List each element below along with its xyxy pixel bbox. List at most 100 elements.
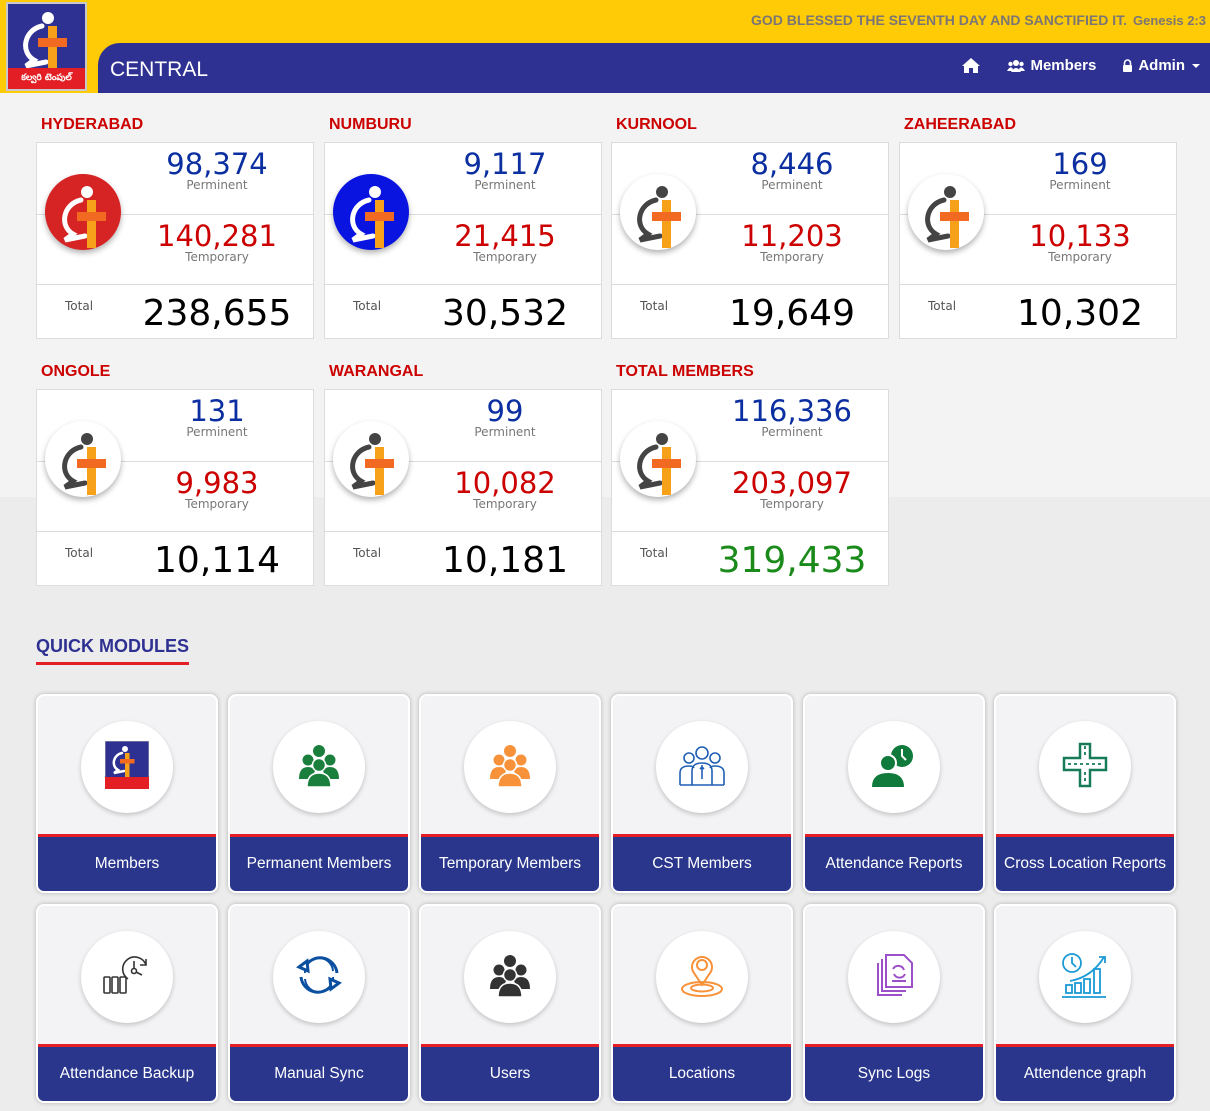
logo-text: కల్వరి టెంపుల్: [8, 68, 85, 89]
module-icon-circle: [1039, 931, 1131, 1023]
module-icon-circle: [464, 931, 556, 1023]
church-mark-icon: [908, 174, 984, 250]
group-icon: [488, 953, 532, 1001]
group-icon: [297, 743, 341, 791]
location-block: NUMBURU 9,117 Perminent 21,415 Temporary…: [324, 116, 602, 339]
members-link[interactable]: Members: [1007, 57, 1096, 74]
lock-icon: [1123, 59, 1133, 72]
quick-module-attendence-graph[interactable]: Attendence graph: [994, 904, 1176, 1103]
location-logo: [333, 421, 409, 497]
quick-module-cst-members[interactable]: CST Members: [611, 694, 793, 893]
admin-dropdown[interactable]: Admin: [1122, 57, 1200, 74]
total-count: 319,433: [717, 540, 867, 581]
module-icon-circle: [848, 721, 940, 813]
location-card[interactable]: 131 Perminent 9,983 Temporary Total 10,1…: [36, 389, 314, 586]
location-logo: [333, 174, 409, 250]
church-logo[interactable]: కల్వరి టెంపుల్: [6, 2, 87, 91]
total-count: 30,532: [442, 293, 568, 334]
bible-verse: GOD BLESSED THE SEVENTH DAY AND SANCTIFI…: [751, 12, 1206, 28]
permanent-count: 169: [1052, 147, 1108, 181]
home-link[interactable]: [961, 57, 981, 74]
quick-module-manual-sync[interactable]: Manual Sync: [228, 904, 410, 1103]
temporary-count: 140,281: [157, 219, 277, 253]
location-name: KURNOOL: [616, 116, 697, 133]
church-mark-icon: [620, 174, 696, 250]
location-name: ONGOLE: [41, 363, 111, 380]
church-mark-icon: [45, 174, 121, 250]
location-card[interactable]: 98,374 Perminent 140,281 Temporary Total…: [36, 142, 314, 339]
module-label: Permanent Members: [230, 834, 408, 891]
church-mark-icon: [333, 421, 409, 497]
module-label: Members: [38, 834, 216, 891]
team-outline-icon: [678, 743, 726, 791]
quick-module-sync-logs[interactable]: Sync Logs: [803, 904, 985, 1103]
quick-module-members[interactable]: Members: [36, 694, 218, 893]
location-name: TOTAL MEMBERS: [616, 363, 754, 380]
quick-module-locations[interactable]: Locations: [611, 904, 793, 1103]
location-logo: [620, 174, 696, 250]
quick-module-temporary-members[interactable]: Temporary Members: [419, 694, 601, 893]
temporary-count: 21,415: [454, 219, 556, 253]
quick-module-users[interactable]: Users: [419, 904, 601, 1103]
location-card[interactable]: 99 Perminent 10,082 Temporary Total 10,1…: [324, 389, 602, 586]
page-title: CENTRAL: [110, 58, 209, 81]
permanent-count: 99: [486, 394, 524, 428]
location-card[interactable]: 116,336 Perminent 203,097 Temporary Tota…: [611, 389, 889, 586]
permanent-count: 116,336: [732, 394, 852, 428]
church-mark-icon: [620, 421, 696, 497]
quick-module-attendance-backup[interactable]: Attendance Backup: [36, 904, 218, 1103]
growth-chart-icon: [1060, 951, 1110, 1003]
temporary-count: 11,203: [741, 219, 843, 253]
total-label: Total: [640, 299, 669, 313]
chevron-down-icon: [1192, 63, 1200, 68]
total-count: 10,302: [1017, 293, 1143, 334]
total-label: Total: [640, 546, 669, 560]
location-name: ZAHEERABAD: [904, 116, 1016, 133]
module-icon-circle: [656, 931, 748, 1023]
total-row: Total 238,655: [37, 284, 313, 339]
total-label: Total: [353, 299, 382, 313]
location-name: HYDERABAD: [41, 116, 144, 133]
module-label: Users: [421, 1044, 599, 1101]
module-icon-circle: [464, 721, 556, 813]
user-clock-icon: [870, 743, 918, 791]
module-label: CST Members: [613, 834, 791, 891]
total-row: Total 10,302: [900, 284, 1176, 339]
permanent-label: Perminent: [186, 425, 248, 439]
quick-modules-title: QUICK MODULES: [36, 636, 189, 665]
quick-module-permanent-members[interactable]: Permanent Members: [228, 694, 410, 893]
location-card[interactable]: 9,117 Perminent 21,415 Temporary Total 3…: [324, 142, 602, 339]
location-logo: [908, 174, 984, 250]
module-label: Manual Sync: [230, 1044, 408, 1101]
location-block: WARANGAL 99 Perminent 10,082 Temporary T…: [324, 363, 602, 586]
module-icon-circle: [81, 721, 173, 813]
location-card[interactable]: 8,446 Perminent 11,203 Temporary Total 1…: [611, 142, 889, 339]
crossroads-icon: [1062, 742, 1108, 792]
location-logo: [620, 421, 696, 497]
permanent-label: Perminent: [474, 178, 536, 192]
module-label: Temporary Members: [421, 834, 599, 891]
total-row: Total 19,649: [612, 284, 888, 339]
total-count: 10,181: [442, 540, 568, 581]
quick-module-attendance-reports[interactable]: Attendance Reports: [803, 694, 985, 893]
location-card[interactable]: 169 Perminent 10,133 Temporary Total 10,…: [899, 142, 1177, 339]
church-logo-icon: [104, 740, 150, 793]
total-count: 19,649: [729, 293, 855, 334]
module-icon-circle: [273, 721, 365, 813]
church-mark-icon: [8, 4, 85, 68]
temporary-label: Temporary: [185, 497, 249, 511]
total-row: Total 10,114: [37, 531, 313, 586]
module-icon-circle: [848, 931, 940, 1023]
location-logo: [45, 174, 121, 250]
module-label: Locations: [613, 1044, 791, 1101]
permanent-count: 8,446: [750, 147, 834, 181]
quick-module-cross-location-reports[interactable]: Cross Location Reports: [994, 694, 1176, 893]
group-icon: [488, 743, 532, 791]
total-count: 10,114: [154, 540, 280, 581]
location-logo: [45, 421, 121, 497]
total-row: Total 10,181: [325, 531, 601, 586]
module-icon-circle: [273, 931, 365, 1023]
church-mark-icon: [45, 421, 121, 497]
verse-reference: Genesis 2:3: [1133, 13, 1206, 28]
module-icon-circle: [81, 931, 173, 1023]
